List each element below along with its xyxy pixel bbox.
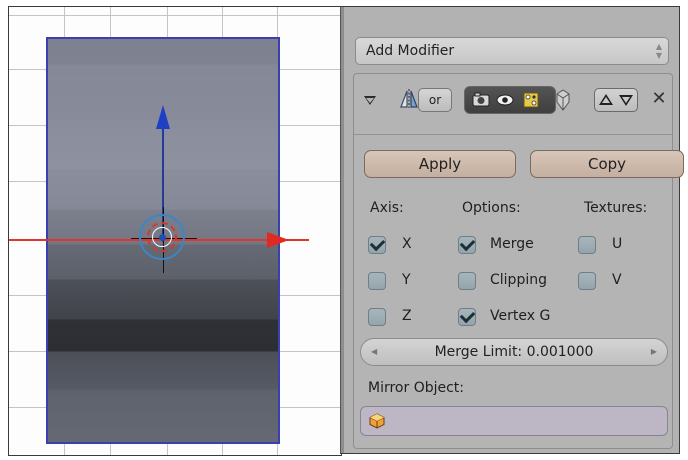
modifier-visibility-toggles bbox=[464, 86, 556, 114]
merge-label: Merge bbox=[490, 236, 534, 252]
mirror-object-label: Mirror Object: bbox=[368, 380, 465, 396]
cage-icon[interactable] bbox=[554, 88, 572, 112]
blender-screen: Add Modifier ▲ ▼ or ✕ Apply Copy Axis: O… bbox=[0, 0, 688, 460]
vertex-groups-label: Vertex G bbox=[490, 308, 551, 324]
axis-x-checkbox[interactable] bbox=[368, 236, 386, 254]
triangle-down-icon[interactable] bbox=[364, 96, 376, 105]
axis-y-label: Y bbox=[402, 272, 411, 288]
axis-x-label: X bbox=[402, 236, 412, 252]
modifier-header: or ✕ bbox=[354, 74, 672, 135]
vertex-groups-checkbox[interactable] bbox=[458, 308, 476, 326]
mirror-modifier-icon bbox=[400, 89, 418, 108]
texture-u-checkbox[interactable] bbox=[578, 236, 596, 254]
close-icon[interactable]: ✕ bbox=[650, 88, 668, 110]
increment-arrow-icon[interactable]: ▶ bbox=[651, 339, 657, 365]
object-cube-icon bbox=[369, 413, 385, 429]
render-camera-icon[interactable] bbox=[471, 90, 491, 110]
move-down-icon[interactable] bbox=[619, 95, 633, 106]
merge-limit-value: Merge Limit: 0.001000 bbox=[434, 344, 594, 360]
axis-z-label: Z bbox=[402, 308, 412, 324]
grid-line bbox=[9, 15, 341, 16]
mirror-modifier-panel: or ✕ Apply Copy Axis: Options: Textures:… bbox=[353, 73, 684, 449]
texture-v-checkbox[interactable] bbox=[578, 272, 596, 290]
add-modifier-label: Add Modifier bbox=[366, 43, 455, 59]
apply-button[interactable]: Apply bbox=[364, 150, 516, 178]
x-translate-arrow-icon[interactable] bbox=[267, 232, 289, 248]
modifier-name-field[interactable]: or bbox=[418, 88, 452, 112]
axis-heading: Axis: bbox=[370, 200, 404, 216]
3d-viewport[interactable] bbox=[8, 6, 342, 456]
editmode-icon[interactable] bbox=[521, 90, 541, 110]
mirror-object-field[interactable] bbox=[360, 406, 668, 436]
viewport-eye-icon[interactable] bbox=[495, 90, 515, 110]
add-modifier-dropdown[interactable]: Add Modifier ▲ ▼ bbox=[355, 37, 669, 65]
axis-y-checkbox[interactable] bbox=[368, 272, 386, 290]
object-origin-dot-icon[interactable] bbox=[159, 234, 166, 241]
clipping-checkbox[interactable] bbox=[458, 272, 476, 290]
options-heading: Options: bbox=[462, 200, 521, 216]
merge-checkbox[interactable] bbox=[458, 236, 476, 254]
move-modifier-buttons bbox=[594, 88, 638, 112]
texture-v-label: V bbox=[612, 272, 622, 288]
textures-heading: Textures: bbox=[584, 200, 648, 216]
copy-button[interactable]: Copy bbox=[530, 150, 684, 178]
move-up-icon[interactable] bbox=[599, 94, 613, 105]
axis-z-checkbox[interactable] bbox=[368, 308, 386, 326]
clipping-label: Clipping bbox=[490, 272, 547, 288]
texture-u-label: U bbox=[612, 236, 623, 252]
merge-limit-slider[interactable]: ◀ Merge Limit: 0.001000 ▶ bbox=[360, 338, 668, 366]
properties-panel: Add Modifier ▲ ▼ or ✕ Apply Copy Axis: O… bbox=[340, 6, 684, 454]
decrement-arrow-icon[interactable]: ◀ bbox=[371, 339, 377, 365]
updown-arrows-icon: ▲ ▼ bbox=[655, 42, 662, 60]
y-translate-arrow-icon[interactable] bbox=[156, 105, 170, 129]
area-divider[interactable] bbox=[341, 7, 344, 453]
